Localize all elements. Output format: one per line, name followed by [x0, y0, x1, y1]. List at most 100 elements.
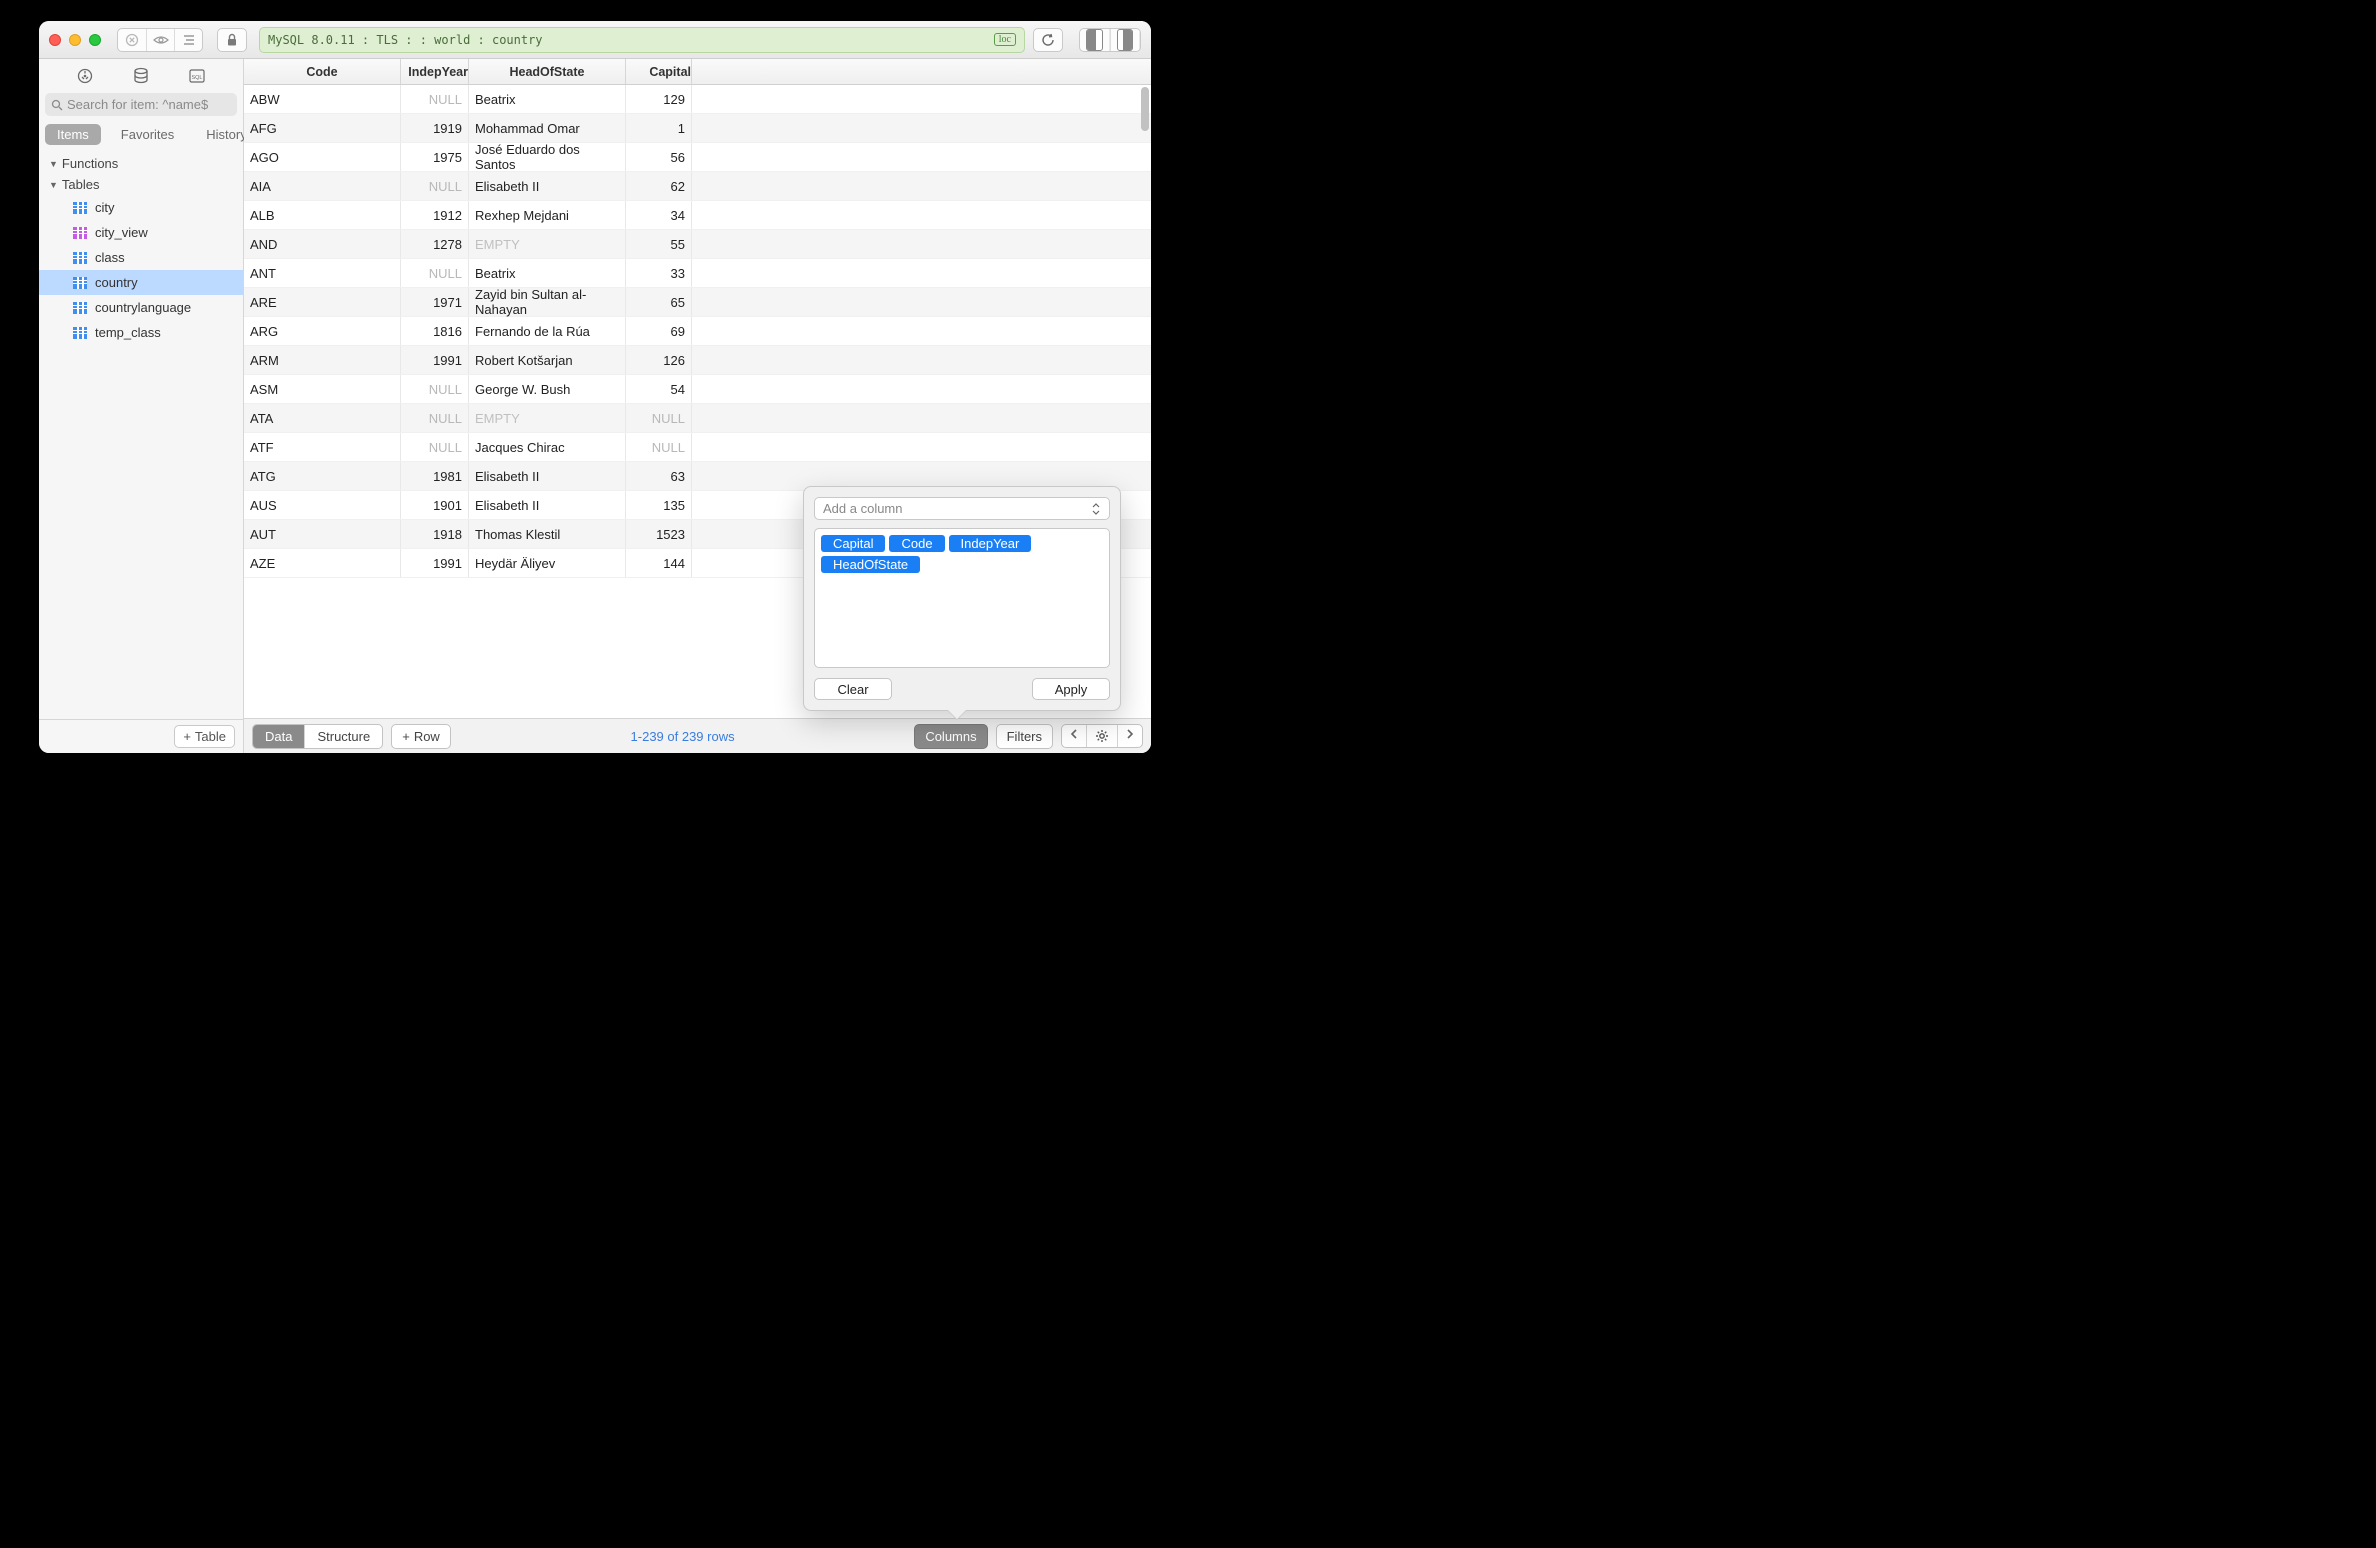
- sidebar-item-city[interactable]: city: [39, 195, 243, 220]
- columns-button[interactable]: Columns: [914, 724, 987, 749]
- table-cell[interactable]: 55: [626, 230, 692, 258]
- column-header-code[interactable]: Code: [244, 59, 401, 84]
- database-tab-icon[interactable]: [126, 64, 156, 88]
- table-cell[interactable]: 1523: [626, 520, 692, 548]
- data-tab[interactable]: Data: [253, 725, 304, 748]
- table-cell[interactable]: Mohammad Omar: [469, 114, 626, 142]
- table-cell[interactable]: 1816: [401, 317, 469, 345]
- table-cell[interactable]: ARE: [244, 288, 401, 316]
- table-cell[interactable]: ARM: [244, 346, 401, 374]
- reload-button[interactable]: [1033, 28, 1063, 52]
- next-page-button[interactable]: [1117, 725, 1142, 747]
- table-cell[interactable]: George W. Bush: [469, 375, 626, 403]
- table-cell[interactable]: ANT: [244, 259, 401, 287]
- table-cell[interactable]: José Eduardo dos Santos: [469, 143, 626, 171]
- tables-group[interactable]: Tables: [39, 174, 243, 195]
- table-cell[interactable]: ABW: [244, 85, 401, 113]
- add-row-button[interactable]: + Row: [391, 724, 451, 749]
- sidebar-item-countrylanguage[interactable]: countrylanguage: [39, 295, 243, 320]
- table-cell[interactable]: NULL: [401, 404, 469, 432]
- table-cell[interactable]: 1991: [401, 346, 469, 374]
- table-cell[interactable]: Elisabeth II: [469, 491, 626, 519]
- table-cell[interactable]: Jacques Chirac: [469, 433, 626, 461]
- table-cell[interactable]: 63: [626, 462, 692, 490]
- column-header-capital[interactable]: Capital: [626, 59, 692, 84]
- column-header-indepyear[interactable]: IndepYear: [401, 59, 469, 84]
- table-cell[interactable]: ARG: [244, 317, 401, 345]
- table-cell[interactable]: Heydär Äliyev: [469, 549, 626, 577]
- column-tag[interactable]: Code: [889, 535, 944, 552]
- table-row[interactable]: ATFNULLJacques ChiracNULL: [244, 433, 1151, 462]
- filters-button[interactable]: Filters: [996, 724, 1053, 749]
- table-cell[interactable]: 1: [626, 114, 692, 142]
- table-cell[interactable]: 1901: [401, 491, 469, 519]
- table-cell[interactable]: 1919: [401, 114, 469, 142]
- table-cell[interactable]: 144: [626, 549, 692, 577]
- table-cell[interactable]: Fernando de la Rúa: [469, 317, 626, 345]
- table-cell[interactable]: 1971: [401, 288, 469, 316]
- clear-button[interactable]: Clear: [814, 678, 892, 700]
- table-row[interactable]: ARG1816Fernando de la Rúa69: [244, 317, 1151, 346]
- table-row[interactable]: AND1278EMPTY55: [244, 230, 1151, 259]
- add-column-select[interactable]: Add a column: [814, 497, 1110, 520]
- table-cell[interactable]: Robert Kotšarjan: [469, 346, 626, 374]
- view-button[interactable]: [146, 29, 174, 51]
- table-row[interactable]: ATANULLEMPTYNULL: [244, 404, 1151, 433]
- column-tag[interactable]: HeadOfState: [821, 556, 920, 573]
- table-cell[interactable]: 1991: [401, 549, 469, 577]
- table-cell[interactable]: Elisabeth II: [469, 462, 626, 490]
- table-cell[interactable]: AGO: [244, 143, 401, 171]
- search-input[interactable]: Search for item: ^name$: [45, 93, 237, 116]
- table-cell[interactable]: Rexhep Mejdani: [469, 201, 626, 229]
- table-cell[interactable]: AUT: [244, 520, 401, 548]
- row-count[interactable]: 1-239 of 239 rows: [459, 729, 906, 744]
- table-cell[interactable]: Thomas Klestil: [469, 520, 626, 548]
- table-cell[interactable]: Beatrix: [469, 85, 626, 113]
- table-cell[interactable]: 1975: [401, 143, 469, 171]
- table-cell[interactable]: NULL: [626, 404, 692, 432]
- table-cell[interactable]: ATF: [244, 433, 401, 461]
- table-row[interactable]: ARE1971Zayid bin Sultan al-Nahayan65: [244, 288, 1151, 317]
- column-tag[interactable]: Capital: [821, 535, 885, 552]
- column-header-headofstate[interactable]: HeadOfState: [469, 59, 626, 84]
- prev-page-button[interactable]: [1062, 725, 1086, 747]
- table-cell[interactable]: 65: [626, 288, 692, 316]
- sidebar-item-class[interactable]: class: [39, 245, 243, 270]
- tab-items[interactable]: Items: [45, 124, 101, 145]
- table-row[interactable]: AGO1975José Eduardo dos Santos56: [244, 143, 1151, 172]
- connection-info[interactable]: MySQL 8.0.11 : TLS : : world : country l…: [259, 27, 1025, 53]
- table-cell[interactable]: 69: [626, 317, 692, 345]
- table-cell[interactable]: AND: [244, 230, 401, 258]
- table-row[interactable]: ABWNULLBeatrix129: [244, 85, 1151, 114]
- table-cell[interactable]: 54: [626, 375, 692, 403]
- table-cell[interactable]: ALB: [244, 201, 401, 229]
- zoom-button[interactable]: [89, 34, 101, 46]
- sidebar-item-country[interactable]: country: [39, 270, 243, 295]
- table-cell[interactable]: AIA: [244, 172, 401, 200]
- table-cell[interactable]: NULL: [401, 85, 469, 113]
- sidebar-item-temp_class[interactable]: temp_class: [39, 320, 243, 345]
- scrollbar-thumb[interactable]: [1141, 87, 1149, 131]
- table-cell[interactable]: 1918: [401, 520, 469, 548]
- table-cell[interactable]: NULL: [401, 433, 469, 461]
- table-cell[interactable]: ATG: [244, 462, 401, 490]
- table-cell[interactable]: 1278: [401, 230, 469, 258]
- table-row[interactable]: AIANULLElisabeth II62: [244, 172, 1151, 201]
- selected-columns-box[interactable]: CapitalCode IndepYear HeadOfState: [814, 528, 1110, 668]
- table-cell[interactable]: AFG: [244, 114, 401, 142]
- structure-tab[interactable]: Structure: [304, 725, 382, 748]
- connection-tab-icon[interactable]: [70, 64, 100, 88]
- table-row[interactable]: ASMNULLGeorge W. Bush54: [244, 375, 1151, 404]
- table-row[interactable]: ARM1991Robert Kotšarjan126: [244, 346, 1151, 375]
- settings-button[interactable]: [1086, 725, 1117, 747]
- table-cell[interactable]: 135: [626, 491, 692, 519]
- table-cell[interactable]: 56: [626, 143, 692, 171]
- left-panel-toggle[interactable]: [1080, 29, 1110, 51]
- table-cell[interactable]: NULL: [401, 259, 469, 287]
- table-cell[interactable]: NULL: [401, 172, 469, 200]
- table-row[interactable]: AFG1919Mohammad Omar1: [244, 114, 1151, 143]
- column-tag[interactable]: IndepYear: [949, 535, 1032, 552]
- table-cell[interactable]: AZE: [244, 549, 401, 577]
- table-cell[interactable]: NULL: [626, 433, 692, 461]
- functions-group[interactable]: Functions: [39, 153, 243, 174]
